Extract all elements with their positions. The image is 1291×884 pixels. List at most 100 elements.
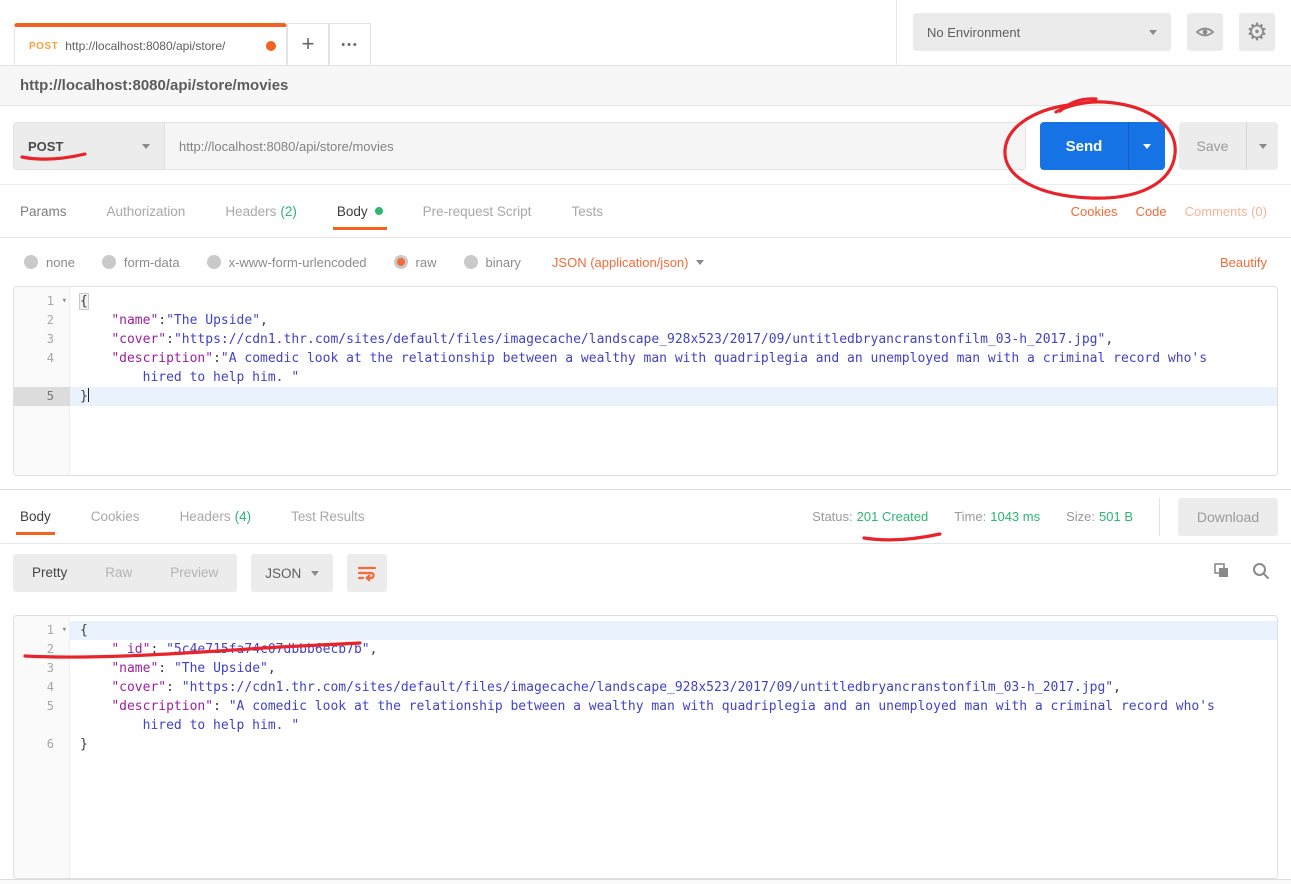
response-view-group: PrettyRawPreview <box>13 554 237 592</box>
tab-params[interactable]: Params <box>20 185 67 238</box>
environment-area: No Environment ⚙ <box>897 0 1291 65</box>
tab-label: Cookies <box>91 509 140 524</box>
code-token: "A comedic look at the relationship betw… <box>221 351 1207 366</box>
method-select-label: POST <box>28 139 63 154</box>
comments-0-link[interactable]: Comments (0) <box>1185 204 1267 219</box>
code-token: "The Upside" <box>174 661 268 676</box>
body-type-row: none form-data x-www-form-urlencoded raw bin… <box>0 238 1291 286</box>
response-section: Body Cookies Headers(4) Test Results Status… <box>0 489 1291 884</box>
tab-authorization[interactable]: Authorization <box>107 185 186 238</box>
search-response-button[interactable] <box>1251 561 1271 586</box>
code-text: "cover":"https://cdn1.thr.com/sites/defa… <box>70 330 1277 349</box>
radio-none[interactable]: none <box>24 255 75 270</box>
radio-raw[interactable]: raw <box>394 255 437 270</box>
tab-options-button[interactable]: ••• <box>329 23 371 65</box>
meta-size: Size:501 B <box>1066 509 1133 524</box>
send-button[interactable]: Send <box>1040 122 1128 170</box>
line-number: 6 <box>14 735 70 754</box>
meta-time: Time:1043 ms <box>954 509 1040 524</box>
response-tabs: Body Cookies Headers(4) Test Results <box>20 490 405 543</box>
line-number: 4 <box>14 349 70 368</box>
url-input-value: http://localhost:8080/api/store/movies <box>179 139 394 154</box>
code-line: 6} <box>14 735 1277 754</box>
code-token <box>80 642 111 657</box>
response-format-select[interactable]: JSON <box>251 554 333 592</box>
request-tab[interactable]: POST http://localhost:8080/api/store/ <box>14 23 287 65</box>
method-select[interactable]: POST <box>14 123 165 169</box>
code-token: "https://cdn1.thr.com/sites/default/file… <box>174 332 1105 347</box>
request-tab-strip: POST http://localhost:8080/api/store/ + … <box>0 23 371 65</box>
fold-arrow-icon[interactable]: ▾ <box>62 292 67 311</box>
response-tab-body[interactable]: Body <box>20 490 51 543</box>
code-text: "name":"The Upside", <box>70 311 1277 330</box>
code-text: "_id": "5c4e715fa74c07dbbb6ecb7b", <box>70 640 1277 659</box>
code-token: : <box>166 332 174 347</box>
code-token: } <box>80 737 88 752</box>
code-token: "name" <box>111 313 158 328</box>
tab-pre-request-script[interactable]: Pre-request Script <box>423 185 532 238</box>
code-token: : <box>158 661 174 676</box>
line-number: 1▾ <box>14 621 70 640</box>
radio-label: raw <box>416 255 437 270</box>
code-text: { <box>70 621 1277 640</box>
settings-button[interactable]: ⚙ <box>1239 13 1275 51</box>
line-number <box>14 368 70 387</box>
code-line: 2 "_id": "5c4e715fa74c07dbbb6ecb7b", <box>14 640 1277 659</box>
save-button[interactable]: Save <box>1179 122 1246 170</box>
environment-quicklook-button[interactable] <box>1187 13 1223 51</box>
wrap-lines-button[interactable] <box>347 554 387 592</box>
download-button[interactable]: Download <box>1178 498 1278 536</box>
save-options-button[interactable] <box>1246 122 1278 170</box>
code-token: : <box>158 313 166 328</box>
request-tabs: Params Authorization Headers(2) Body Pre-req… <box>0 185 1291 238</box>
line-number <box>14 716 70 735</box>
code-line: hired to help him. " <box>14 368 1277 387</box>
tab-label: Pre-request Script <box>423 204 532 219</box>
tab-body[interactable]: Body <box>337 185 383 238</box>
line-number: 3 <box>14 330 70 349</box>
code-text: "name": "The Upside", <box>70 659 1277 678</box>
code-token: "_id" <box>111 642 150 657</box>
tab-headers[interactable]: Headers(2) <box>225 185 297 238</box>
code-token: , <box>1105 332 1113 347</box>
top-bar: POST http://localhost:8080/api/store/ + … <box>0 0 1291 66</box>
cookies-link[interactable]: Cookies <box>1071 204 1118 219</box>
view-preview[interactable]: Preview <box>151 554 237 592</box>
code-token: , <box>1113 680 1121 695</box>
fold-arrow-icon[interactable]: ▾ <box>62 621 67 640</box>
response-tab-headers[interactable]: Headers(4) <box>180 490 252 543</box>
request-body-editor[interactable]: 1▾{2 "name":"The Upside",3 "cover":"http… <box>13 286 1278 476</box>
meta-value: 1043 ms <box>990 509 1040 524</box>
new-tab-button[interactable]: + <box>287 23 329 65</box>
url-input[interactable]: http://localhost:8080/api/store/movies <box>165 123 1025 169</box>
chevron-down-icon <box>696 260 704 265</box>
radio-x-www-form-urlencoded[interactable]: x-www-form-urlencoded <box>207 255 367 270</box>
view-raw[interactable]: Raw <box>86 554 151 592</box>
page-title: http://localhost:8080/api/store/movies <box>20 77 288 94</box>
response-tab-cookies[interactable]: Cookies <box>91 490 140 543</box>
radio-binary[interactable]: binary <box>464 255 521 270</box>
request-builder-bar: POST http://localhost:8080/api/store/mov… <box>0 106 1291 185</box>
response-tab-test-results[interactable]: Test Results <box>291 490 365 543</box>
environment-select[interactable]: No Environment <box>913 13 1171 51</box>
code-token: , <box>268 661 276 676</box>
code-token <box>80 661 111 676</box>
radio-icon <box>24 255 38 269</box>
text-cursor <box>88 388 90 402</box>
response-header: Body Cookies Headers(4) Test Results Status… <box>0 490 1291 544</box>
tab-tests[interactable]: Tests <box>571 185 603 238</box>
radio-label: x-www-form-urlencoded <box>229 255 367 270</box>
meta-status: Status:201 Created <box>812 509 928 524</box>
beautify-link[interactable]: Beautify <box>1220 255 1267 270</box>
code-link[interactable]: Code <box>1136 204 1167 219</box>
response-meta: Status:201 Created Time:1043 ms Size:501 B… <box>786 498 1278 536</box>
send-options-button[interactable] <box>1128 122 1165 170</box>
response-body-editor[interactable]: 1▾{2 "_id": "5c4e715fa74c07dbbb6ecb7b",3… <box>13 615 1278 879</box>
body-format-select[interactable]: JSON (application/json) <box>552 255 705 270</box>
copy-response-button[interactable] <box>1211 561 1231 586</box>
code-line: 5 "description": "A comedic look at the … <box>14 697 1277 716</box>
request-tabs-left: Params Authorization Headers(2) Body Pre-req… <box>20 185 643 238</box>
view-pretty[interactable]: Pretty <box>13 554 86 592</box>
editor-code: 1▾{2 "_id": "5c4e715fa74c07dbbb6ecb7b",3… <box>14 616 1277 754</box>
radio-form-data[interactable]: form-data <box>102 255 180 270</box>
